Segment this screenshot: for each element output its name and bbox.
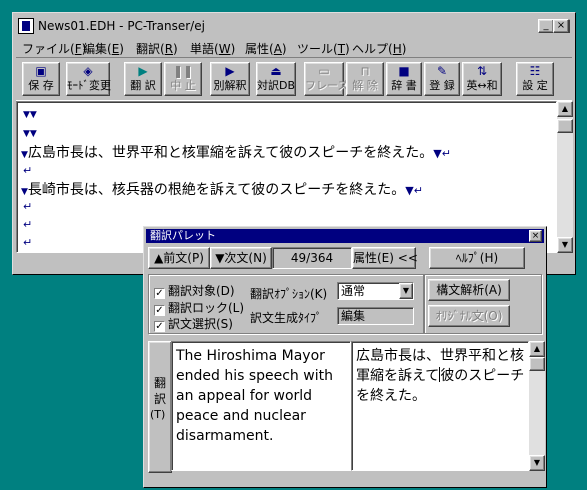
en-ja-button[interactable]: ⇅ 英↔和: [462, 62, 502, 96]
separate-translation-button[interactable]: ▶ 別解釈: [210, 62, 250, 96]
mode-change-button[interactable]: ◈ ﾓｰﾄﾞ変更: [66, 62, 111, 96]
help-button[interactable]: ﾍﾙﾌﾟ(H): [429, 247, 525, 269]
release-icon: ⊓: [360, 64, 370, 78]
checkbox[interactable]: ✓: [154, 288, 165, 299]
settings-button[interactable]: ☷ 設 定: [516, 62, 554, 96]
scroll-thumb[interactable]: [557, 119, 573, 133]
doc-line: ▼▼: [23, 129, 37, 139]
generation-type-value: 編集: [337, 307, 414, 325]
menu-attribute[interactable]: 属性(A): [245, 40, 287, 57]
doc-line: ▼▼: [23, 110, 37, 120]
menu-bar: ファイル(F) 編集(E) 翻訳(R) 単語(W) 属性(A) ツール(T) ヘ…: [16, 38, 572, 56]
register-button[interactable]: ✎ 登 録: [424, 62, 460, 96]
syntax-analysis-button[interactable]: 構文解析(A): [428, 279, 510, 301]
release-button[interactable]: ⊓ 解 除: [346, 62, 384, 96]
translate-button[interactable]: ▶ 翻 訳: [124, 62, 162, 96]
eject-icon: ⏏: [270, 64, 282, 78]
translate-side-button[interactable]: 翻 訳 (T): [148, 341, 172, 473]
phrase-button[interactable]: ▭ フレーズ: [304, 62, 348, 96]
swap-icon: ⇅: [476, 64, 488, 78]
floppy-icon: ▣: [35, 64, 47, 78]
dictionary-button[interactable]: ■ 辞 書: [386, 62, 422, 96]
mode-icon: ◈: [83, 64, 93, 78]
play-alt-icon: ▶: [225, 64, 235, 78]
pencil-icon: ✎: [436, 64, 448, 78]
menu-edit[interactable]: 編集(E): [83, 40, 124, 57]
menu-tools[interactable]: ツール(T): [297, 40, 350, 57]
settings-list-icon: ☷: [529, 64, 541, 78]
translation-option-label: 翻訳ｵﾌﾟｼｮﾝ(K): [250, 287, 328, 301]
doc-line: ▼長崎市長は、核兵器の根絶を訴えて彼のスピーチを終えた。▼↵: [21, 182, 423, 198]
save-button[interactable]: ▣ 保 存: [22, 62, 60, 96]
checkbox-translate-target[interactable]: ✓ 翻訳対象(D): [154, 282, 235, 299]
scroll-down-icon[interactable]: ▼: [529, 455, 545, 471]
toolbar: ▣ 保 存 ◈ ﾓｰﾄﾞ変更 ▶ 翻 訳 ❚❚ 中 止 ▶ 別解釈 ⏏ 対訳DB…: [16, 57, 572, 101]
scroll-thumb[interactable]: [529, 357, 545, 371]
attributes-button[interactable]: 属性(E) <<: [352, 247, 418, 269]
palette-scrollbar[interactable]: ▲ ▼: [529, 341, 545, 471]
prev-sentence-button[interactable]: ▲前文(P): [148, 247, 210, 269]
original-text-button[interactable]: ｵﾘｼﾞﾅﾙ文(O): [428, 305, 510, 327]
source-text: The Hiroshima Mayor ended his speech wit…: [176, 348, 333, 444]
doc-line: ↵: [23, 200, 33, 213]
book-icon: ■: [398, 64, 410, 78]
menu-help[interactable]: ヘルプ(H): [352, 40, 406, 57]
doc-line: ↵: [23, 218, 33, 231]
doc-line: ↵: [23, 236, 33, 249]
menu-translate[interactable]: 翻訳(R): [136, 40, 178, 57]
window-title: News01.EDH - PC-Transer/ej: [38, 19, 205, 33]
vertical-scrollbar[interactable]: ▲ ▼: [557, 101, 573, 253]
target-text: 広島市長は、世界平和と核軍縮を訴えて彼のスピーチを終えた。: [356, 348, 525, 404]
play-icon: ▶: [138, 64, 148, 78]
stop-button[interactable]: ❚❚ 中 止: [164, 62, 202, 96]
scroll-up-icon[interactable]: ▲: [557, 101, 573, 117]
scroll-up-icon[interactable]: ▲: [529, 341, 545, 357]
translation-option-select[interactable]: 通常 ▼: [337, 282, 414, 300]
target-text-pane[interactable]: 広島市長は、世界平和と核軍縮を訴えて彼のスピーチを終えた。: [351, 341, 529, 471]
source-text-pane[interactable]: The Hiroshima Mayor ended his speech wit…: [171, 341, 351, 471]
palette-title: 翻訳パレット: [150, 229, 216, 242]
phrase-icon: ▭: [318, 64, 330, 78]
sentence-position: 49/364: [272, 247, 352, 269]
menu-file[interactable]: ファイル(F): [22, 40, 86, 57]
doc-line: ▼広島市長は、世界平和と核軍縮を訴えて彼のスピーチを終えた。▼↵: [21, 145, 451, 161]
doc-line: ↵: [23, 164, 33, 177]
generation-type-label: 訳文生成ﾀｲﾌﾟ: [250, 311, 323, 325]
scroll-down-icon[interactable]: ▼: [557, 237, 573, 253]
minimize-button[interactable]: _: [538, 19, 554, 33]
parallel-db-button[interactable]: ⏏ 対訳DB: [256, 62, 296, 96]
checkbox[interactable]: ✓: [154, 321, 165, 332]
palette-title-bar[interactable]: 翻訳パレット ×: [146, 229, 544, 243]
app-icon[interactable]: [18, 18, 34, 34]
chevron-down-icon[interactable]: ▼: [399, 283, 413, 299]
menu-word[interactable]: 単語(W): [190, 40, 235, 57]
next-sentence-button[interactable]: ▼次文(N): [210, 247, 272, 269]
pause-icon: ❚❚: [172, 64, 194, 78]
translation-palette: 翻訳パレット × ▲前文(P) ▼次文(N) 49/364 属性(E) << ﾍ…: [143, 226, 547, 488]
checkbox-select-translation[interactable]: ✓ 訳文選択(S): [154, 315, 233, 332]
palette-close-button[interactable]: ×: [529, 230, 542, 242]
close-button[interactable]: ×: [553, 19, 569, 33]
title-bar[interactable]: News01.EDH - PC-Transer/ej _ □: [16, 16, 572, 36]
checkbox-translate-lock[interactable]: ✓ 翻訳ロック(L): [154, 299, 244, 316]
